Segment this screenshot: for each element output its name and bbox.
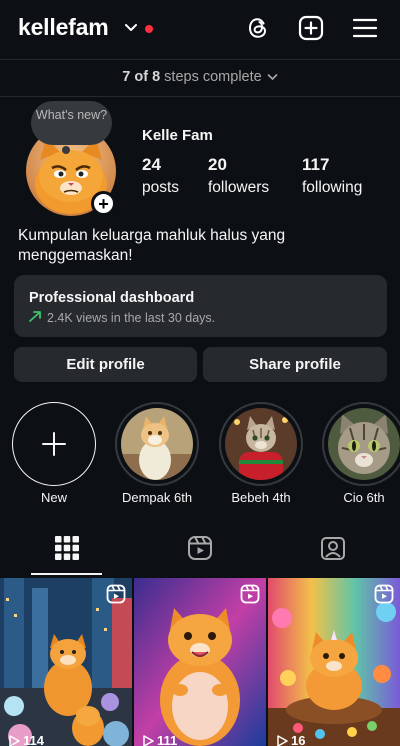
highlight-image: [328, 408, 400, 480]
trending-up-icon: [29, 311, 41, 322]
following-stat[interactable]: 117 following: [302, 155, 362, 197]
post-thumbnail[interactable]: 16: [268, 578, 400, 746]
followers-label: followers: [208, 179, 270, 196]
notification-dot: [145, 25, 153, 33]
reels-icon[interactable]: [187, 535, 213, 561]
reel-indicator-icon: [106, 584, 126, 604]
following-count: 117: [302, 155, 330, 174]
view-count: 16: [276, 733, 305, 746]
note-bubble-tail: [62, 146, 70, 154]
create-post-icon[interactable]: [298, 15, 324, 41]
play-icon: [277, 734, 288, 746]
grid-icon[interactable]: [54, 535, 80, 561]
following-label: following: [302, 179, 363, 196]
play-icon: [143, 734, 154, 746]
posts-count: 24: [142, 155, 161, 174]
tagged-icon[interactable]: [320, 535, 346, 561]
reel-indicator-icon: [374, 584, 394, 604]
followers-count: 20: [208, 155, 227, 174]
highlight-ring: [219, 402, 303, 486]
account-switcher[interactable]: kellefam: [18, 14, 109, 41]
profile-bio: Kumpulan keluarga mahluk halus yang meng…: [18, 227, 286, 264]
view-count-value: 114: [23, 733, 44, 746]
highlight-ring: [12, 402, 96, 486]
edit-profile-button[interactable]: Edit profile: [14, 347, 197, 382]
steps-progress: 7 of 8: [122, 69, 161, 85]
highlight-new[interactable]: New: [12, 402, 96, 505]
posts-stat[interactable]: 24 posts: [142, 155, 179, 197]
note-bubble[interactable]: What's new?: [31, 101, 112, 145]
threads-icon[interactable]: [245, 15, 271, 41]
play-icon: [9, 734, 20, 746]
steps-label: steps complete: [164, 69, 262, 85]
profile-name: Kelle Fam: [142, 127, 213, 144]
highlight-label: Dempak 6th: [121, 490, 193, 505]
highlight-image: [225, 408, 297, 480]
followers-stat[interactable]: 20 followers: [208, 155, 269, 197]
active-tab-indicator: [31, 573, 102, 575]
highlight-ring: [115, 402, 199, 486]
post-thumbnail[interactable]: 114: [0, 578, 132, 746]
professional-dashboard-card[interactable]: Professional dashboard 2.4K views in the…: [14, 275, 387, 337]
reel-indicator-icon: [240, 584, 260, 604]
chevron-down-icon[interactable]: [124, 23, 138, 33]
view-count: 111: [142, 733, 177, 746]
steps-divider: [0, 96, 400, 97]
highlight-image: [121, 408, 193, 480]
menu-icon[interactable]: [352, 15, 378, 41]
share-profile-button[interactable]: Share profile: [203, 347, 387, 382]
highlight-ring: [322, 402, 400, 486]
view-count-value: 16: [291, 733, 306, 746]
highlight-cio[interactable]: Cio 6th: [322, 402, 400, 505]
header-divider: [0, 59, 400, 60]
highlight-label: Cio 6th: [343, 490, 385, 505]
top-bar: kellefam: [0, 0, 400, 60]
view-count: 114: [8, 733, 44, 746]
post-thumbnail[interactable]: 111: [134, 578, 266, 746]
chevron-down-icon: [267, 74, 278, 81]
highlight-dempak[interactable]: Dempak 6th: [115, 402, 199, 505]
posts-label: posts: [142, 179, 180, 196]
plus-icon: [42, 432, 66, 456]
add-story-icon[interactable]: +: [91, 191, 116, 216]
highlight-label: Bebeh 4th: [231, 490, 291, 505]
highlight-label: New: [40, 490, 67, 505]
highlight-bebeh[interactable]: Bebeh 4th: [219, 402, 303, 505]
view-count-value: 111: [157, 733, 178, 746]
dashboard-views-summary: 2.4K views in the last 30 days.: [47, 311, 216, 325]
profile-steps-banner[interactable]: 7 of 8 steps complete: [0, 69, 400, 85]
dashboard-title: Professional dashboard: [29, 290, 195, 306]
